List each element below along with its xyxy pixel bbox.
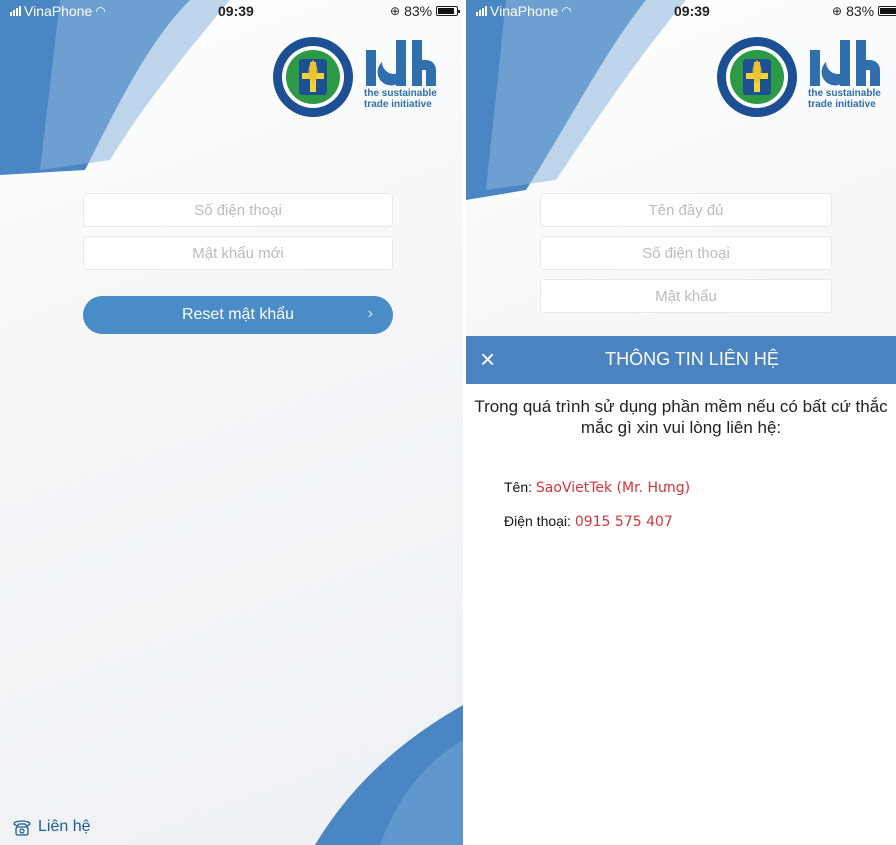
fullname-input[interactable]: Tên đầy đủ [540, 193, 832, 227]
contact-phone-value[interactable]: 0915 575 407 [575, 514, 673, 530]
carrier: VinaPhone ◠ [476, 3, 572, 19]
wifi-icon: ◠ [561, 4, 572, 18]
logos: the sustainable trade initiative [716, 36, 888, 118]
phone-input[interactable]: Số điện thoại [83, 193, 393, 227]
rotation-lock-icon: ⊕ [390, 4, 401, 18]
reset-password-button[interactable]: Reset mật khẩu › [83, 296, 393, 334]
contact-name-row: Tên: SaoVietTek (Mr. Hưng) [504, 479, 690, 496]
rotation-lock-icon: ⊕ [832, 4, 843, 18]
telephone-icon [13, 820, 31, 836]
modal-intro-text: Trong quá trình sử dụng phần mềm nếu có … [474, 397, 888, 437]
modal-title: THÔNG TIN LIÊN HỆ [605, 349, 779, 369]
idh-logo: the sustainable trade initiative [808, 36, 888, 110]
signal-icon [476, 6, 487, 16]
status-bar: VinaPhone ◠ 09:39 ⊕ 83% [0, 0, 463, 22]
clock: 09:39 [218, 3, 254, 19]
logos: the sustainable trade initiative [272, 36, 444, 118]
background-decoration [0, 0, 463, 845]
battery-status: ⊕ 83% [832, 3, 896, 19]
contact-info-modal: × THÔNG TIN LIÊN HỆ Trong quá trình sử d… [466, 336, 896, 845]
contact-phone-row: Điện thoại: 0915 575 407 [504, 513, 673, 530]
new-password-input[interactable]: Mật khẩu mới [83, 236, 393, 270]
plant-protection-seal-logo [273, 37, 353, 117]
reset-button-label: Reset mật khẩu [181, 306, 295, 323]
battery-icon [436, 6, 461, 16]
clock: 09:39 [674, 3, 710, 19]
idh-logo: the sustainable trade initiative [364, 36, 444, 110]
status-bar: VinaPhone ◠ 09:39 ⊕ 83% [466, 0, 896, 22]
password-input[interactable]: Mật khẩu [540, 279, 832, 313]
contact-name-value: SaoVietTek (Mr. Hưng) [535, 480, 691, 496]
carrier: VinaPhone ◠ [10, 3, 106, 19]
contact-name-label: Tên: [504, 479, 533, 495]
plant-protection-seal-logo [717, 37, 797, 117]
chevron-right-icon: › [367, 305, 373, 322]
battery-status: ⊕ 83% [390, 3, 461, 19]
contact-link[interactable]: Liên hệ [12, 818, 91, 836]
reset-password-screen: VinaPhone ◠ 09:39 ⊕ 83% the sustainable … [0, 0, 463, 845]
contact-phone-label: Điện thoại: [504, 513, 571, 529]
battery-icon [878, 6, 896, 16]
signal-icon [10, 6, 21, 16]
contact-link-label: Liên hệ [38, 818, 91, 835]
register-screen-with-contact-modal: VinaPhone ◠ 09:39 ⊕ 83% the sustainable … [466, 0, 896, 845]
idh-mark [366, 40, 436, 86]
modal-header: × THÔNG TIN LIÊN HỆ [466, 336, 896, 384]
phone-input[interactable]: Số điện thoại [540, 236, 832, 270]
wifi-icon: ◠ [95, 4, 106, 18]
idh-mark [810, 40, 880, 86]
